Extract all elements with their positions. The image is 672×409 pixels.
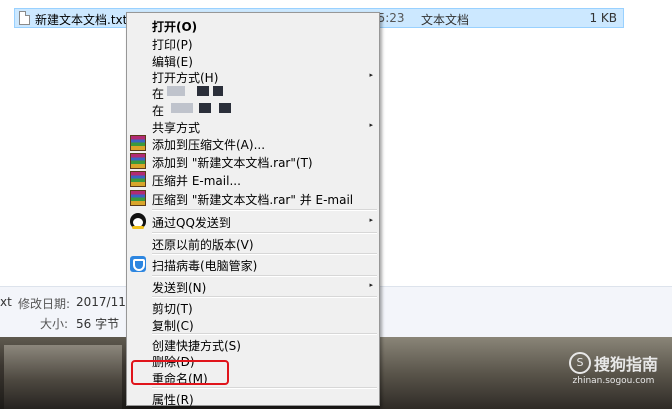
file-type: 文本文档	[421, 13, 470, 27]
redacted-text	[171, 103, 193, 113]
submenu-arrow-icon: ▸	[369, 71, 373, 79]
menu-item-cut[interactable]: 剪切(T)	[127, 298, 379, 316]
menu-item-compress-email[interactable]: 压缩并 E-mail...	[127, 170, 379, 188]
details-modified-label: 修改日期:	[18, 297, 71, 311]
context-menu: 打开(O) 打印(P) 编辑(E) 打开方式(H) ▸ 在 在 共享方式 ▸ 添…	[126, 12, 380, 407]
menu-item-label: 扫描病毒(电脑管家)	[152, 259, 258, 273]
sogou-logo-icon: S	[568, 352, 591, 374]
menu-item-label: 发送到(N)	[152, 281, 207, 295]
menu-item-label: 属性(R)	[152, 393, 194, 407]
menu-item-share[interactable]: 共享方式 ▸	[127, 117, 379, 135]
menu-item-send-via-qq[interactable]: 通过QQ发送到 ▸	[127, 212, 379, 230]
menu-item-print[interactable]: 打印(P)	[127, 34, 379, 52]
qq-icon	[130, 213, 146, 229]
redacted-text	[197, 86, 209, 96]
menu-item-send-to[interactable]: 发送到(N) ▸	[127, 277, 379, 295]
menu-item-add-to-rar[interactable]: 添加到 "新建文本文档.rar"(T)	[127, 152, 379, 170]
winrar-icon	[130, 171, 146, 187]
menu-item-label: 添加到压缩文件(A)...	[152, 138, 266, 152]
menu-item-label: 复制(C)	[152, 319, 194, 333]
winrar-icon	[130, 153, 146, 169]
menu-item-label: 通过QQ发送到	[152, 216, 231, 230]
menu-item-label: 压缩到 "新建文本文档.rar" 并 E-mail	[152, 193, 354, 207]
menu-item-label: 压缩并 E-mail...	[152, 174, 241, 188]
menu-item-open[interactable]: 打开(O)	[127, 16, 379, 34]
menu-item-properties[interactable]: 属性(R)	[127, 389, 379, 407]
submenu-arrow-icon: ▸	[369, 281, 373, 289]
sogou-watermark: S 搜狗指南 zhinan.sogou.com	[568, 351, 658, 386]
submenu-arrow-icon: ▸	[369, 121, 373, 129]
details-size-label: 大小:	[40, 317, 69, 331]
winrar-icon	[130, 190, 146, 206]
menu-item-compress-rar-email[interactable]: 压缩到 "新建文本文档.rar" 并 E-mail	[127, 189, 379, 207]
winrar-icon	[130, 135, 146, 151]
details-file-ext: xt	[0, 295, 12, 309]
file-size: 1 KB	[589, 11, 617, 25]
details-modified-value: 2017/11/	[76, 295, 130, 309]
redacted-text	[199, 103, 211, 113]
menu-item-copy[interactable]: 复制(C)	[127, 315, 379, 333]
shield-icon	[130, 256, 146, 272]
rename-highlight-box	[131, 360, 229, 385]
menu-item-add-to-archive[interactable]: 添加到压缩文件(A)...	[127, 134, 379, 152]
text-file-icon	[19, 11, 30, 25]
wallpaper-boat-image	[4, 345, 122, 409]
menu-item-label: 还原以前的版本(V)	[152, 238, 254, 252]
watermark-url: zhinan.sogou.com	[572, 376, 655, 386]
submenu-arrow-icon: ▸	[369, 216, 373, 224]
menu-item-restore-versions[interactable]: 还原以前的版本(V)	[127, 234, 379, 252]
file-name: 新建文本文档.txt	[35, 13, 128, 27]
menu-item-blurred-2[interactable]: 在	[127, 100, 379, 118]
watermark-brand: 搜狗指南	[593, 355, 658, 374]
menu-item-scan-virus[interactable]: 扫描病毒(电脑管家)	[127, 255, 379, 273]
details-size-value: 56 字节	[76, 317, 120, 331]
menu-item-blurred-1[interactable]: 在	[127, 83, 379, 101]
redacted-text	[213, 86, 223, 96]
redacted-text	[219, 103, 231, 113]
redacted-text	[167, 86, 185, 96]
menu-separator	[152, 209, 377, 211]
menu-item-label: 打开(O)	[152, 20, 198, 34]
menu-item-label: 添加到 "新建文本文档.rar"(T)	[152, 156, 313, 170]
